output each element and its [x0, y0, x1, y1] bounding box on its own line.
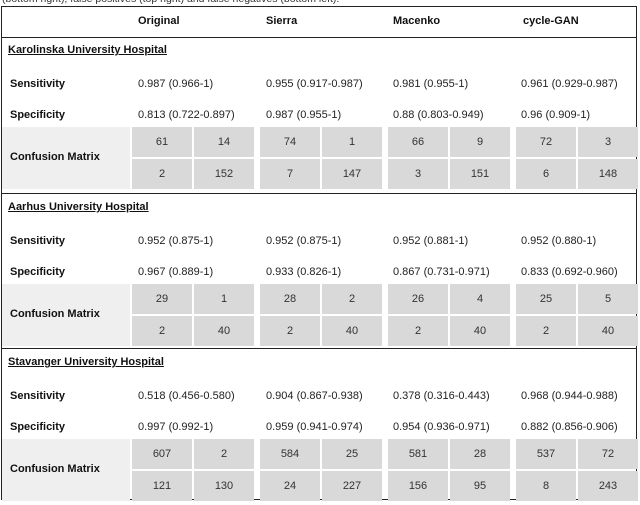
- confusion-cell-tl: 29: [132, 284, 192, 314]
- sensitivity-value: 0.904 (0.867-0.938): [266, 390, 363, 402]
- column-header-macenko: Macenko: [393, 15, 441, 27]
- sensitivity-value: 0.961 (0.929-0.987): [521, 78, 618, 90]
- specificity-label: Specificity: [10, 266, 66, 278]
- confusion-cell-tr: 28: [450, 439, 510, 469]
- sensitivity-value: 0.968 (0.944-0.988): [521, 390, 618, 402]
- column-header-cycle-gan: cycle-GAN: [523, 15, 579, 27]
- column-header-sierra: Sierra: [266, 15, 298, 27]
- confusion-matrix-label: Confusion Matrix: [10, 308, 100, 320]
- confusion-cell-tr: 2: [322, 284, 382, 314]
- confusion-cell-tr: 5: [578, 284, 638, 314]
- confusion-cell-br: 130: [194, 471, 254, 501]
- confusion-cell-bl: 2: [516, 316, 576, 346]
- section-title: Karolinska University Hospital: [8, 44, 167, 56]
- confusion-matrix-label: Confusion Matrix: [10, 151, 100, 163]
- sensitivity-value: 0.952 (0.875-1): [138, 235, 214, 247]
- confusion-cell-tl: 74: [260, 127, 320, 157]
- sensitivity-label: Sensitivity: [10, 235, 66, 247]
- specificity-value: 0.96 (0.909-1): [521, 109, 591, 121]
- column-header-original: Original: [138, 15, 180, 27]
- confusion-cell-tr: 9: [450, 127, 510, 157]
- confusion-cell-tr: 4: [450, 284, 510, 314]
- specificity-label: Specificity: [10, 109, 66, 121]
- hospital-section: Aarhus University Hospital Sensitivity 0.9…: [2, 193, 638, 350]
- confusion-cell-tr: 14: [194, 127, 254, 157]
- confusion-cell-bl: 2: [132, 159, 192, 189]
- confusion-cell-tl: 26: [388, 284, 448, 314]
- confusion-cell-bl: 24: [260, 471, 320, 501]
- confusion-cell-bl: 121: [132, 471, 192, 501]
- confusion-matrix-label-cell: Confusion Matrix: [2, 439, 130, 501]
- confusion-cell-tl: 581: [388, 439, 448, 469]
- table-caption: (bottom right), false positives (top rig…: [2, 0, 339, 5]
- confusion-cell-tr: 72: [578, 439, 638, 469]
- confusion-matrix-label: Confusion Matrix: [10, 463, 100, 475]
- sensitivity-label: Sensitivity: [10, 78, 66, 90]
- hospital-section: Stavanger University Hospital Sensitivity…: [2, 348, 638, 505]
- confusion-cell-br: 152: [194, 159, 254, 189]
- confusion-cell-bl: 156: [388, 471, 448, 501]
- confusion-cell-tl: 537: [516, 439, 576, 469]
- confusion-matrix-label-cell: Confusion Matrix: [2, 127, 130, 189]
- specificity-value: 0.967 (0.889-1): [138, 266, 214, 278]
- specificity-value: 0.813 (0.722-0.897): [138, 109, 235, 121]
- confusion-cell-tl: 66: [388, 127, 448, 157]
- confusion-cell-br: 243: [578, 471, 638, 501]
- confusion-cell-tl: 25: [516, 284, 576, 314]
- confusion-cell-tl: 61: [132, 127, 192, 157]
- confusion-cell-bl: 8: [516, 471, 576, 501]
- specificity-value: 0.882 (0.856-0.906): [521, 421, 618, 433]
- confusion-cell-br: 40: [578, 316, 638, 346]
- confusion-cell-bl: 2: [388, 316, 448, 346]
- confusion-cell-br: 148: [578, 159, 638, 189]
- sensitivity-value: 0.981 (0.955-1): [393, 78, 469, 90]
- specificity-value: 0.88 (0.803-0.949): [393, 109, 484, 121]
- confusion-cell-bl: 6: [516, 159, 576, 189]
- specificity-value: 0.833 (0.692-0.960): [521, 266, 618, 278]
- confusion-cell-tl: 28: [260, 284, 320, 314]
- results-table: Original Sierra Macenko cycle-GAN Karoli…: [1, 6, 638, 501]
- specificity-value: 0.867 (0.731-0.971): [393, 266, 490, 278]
- confusion-cell-tr: 2: [194, 439, 254, 469]
- specificity-label: Specificity: [10, 421, 66, 433]
- confusion-cell-tr: 25: [322, 439, 382, 469]
- confusion-cell-br: 95: [450, 471, 510, 501]
- specificity-value: 0.987 (0.955-1): [266, 109, 342, 121]
- section-title: Aarhus University Hospital: [8, 201, 149, 213]
- specificity-value: 0.933 (0.826-1): [266, 266, 342, 278]
- section-title: Stavanger University Hospital: [8, 356, 164, 368]
- sensitivity-value: 0.987 (0.966-1): [138, 78, 214, 90]
- sensitivity-value: 0.952 (0.880-1): [521, 235, 597, 247]
- confusion-cell-tr: 1: [194, 284, 254, 314]
- confusion-cell-tr: 3: [578, 127, 638, 157]
- confusion-cell-bl: 3: [388, 159, 448, 189]
- sensitivity-value: 0.952 (0.875-1): [266, 235, 342, 247]
- confusion-cell-br: 147: [322, 159, 382, 189]
- confusion-cell-br: 227: [322, 471, 382, 501]
- confusion-cell-br: 40: [322, 316, 382, 346]
- table-header: Original Sierra Macenko cycle-GAN: [2, 7, 636, 38]
- confusion-cell-bl: 2: [260, 316, 320, 346]
- sensitivity-value: 0.952 (0.881-1): [393, 235, 469, 247]
- specificity-value: 0.997 (0.992-1): [138, 421, 214, 433]
- confusion-cell-tl: 72: [516, 127, 576, 157]
- confusion-matrix-label-cell: Confusion Matrix: [2, 284, 130, 346]
- sensitivity-value: 0.955 (0.917-0.987): [266, 78, 363, 90]
- confusion-cell-br: 40: [194, 316, 254, 346]
- specificity-value: 0.959 (0.941-0.974): [266, 421, 363, 433]
- confusion-cell-br: 151: [450, 159, 510, 189]
- confusion-cell-tl: 584: [260, 439, 320, 469]
- sensitivity-label: Sensitivity: [10, 390, 66, 402]
- sensitivity-value: 0.378 (0.316-0.443): [393, 390, 490, 402]
- specificity-value: 0.954 (0.936-0.971): [393, 421, 490, 433]
- confusion-cell-bl: 2: [132, 316, 192, 346]
- confusion-cell-tr: 1: [322, 127, 382, 157]
- confusion-cell-bl: 7: [260, 159, 320, 189]
- sensitivity-value: 0.518 (0.456-0.580): [138, 390, 235, 402]
- confusion-cell-br: 40: [450, 316, 510, 346]
- confusion-cell-tl: 607: [132, 439, 192, 469]
- hospital-section: Karolinska University Hospital Sensitivit…: [2, 37, 638, 193]
